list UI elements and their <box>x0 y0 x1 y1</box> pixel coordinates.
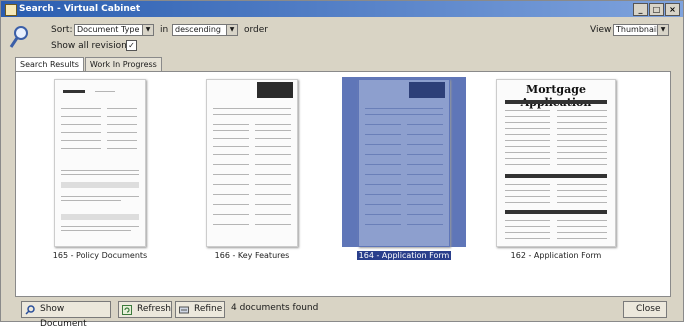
magnifier-icon <box>25 305 35 315</box>
show-document-label: Show Document <box>40 304 87 329</box>
document-caption: 162 - Application Form <box>510 251 602 260</box>
document-caption: 164 - Application Form <box>356 251 452 260</box>
maximize-button[interactable]: □ <box>649 3 664 16</box>
in-label: in <box>160 25 169 35</box>
view-label: View <box>590 25 612 35</box>
refresh-button[interactable]: Refresh <box>118 301 172 318</box>
thumbnail-frame <box>342 77 466 247</box>
chevron-down-icon[interactable]: ▼ <box>226 25 237 35</box>
sort-order-value: descending <box>175 25 222 34</box>
mortgage-heading: Mortgage Application <box>521 83 592 109</box>
sort-field-value: Document Type <box>77 25 140 34</box>
cabinet-icon <box>5 4 17 16</box>
refine-icon <box>179 306 189 314</box>
show-document-button[interactable]: Show Document <box>21 301 111 329</box>
document-page-preview <box>358 79 450 247</box>
window-controls: _ □ × <box>633 3 680 16</box>
results-tabs: Search Results Work In Progress <box>15 57 163 73</box>
thumbnail-frame: Mortgage Application <box>494 77 618 247</box>
close-button[interactable]: Close <box>623 301 667 318</box>
results-count-status: 4 documents found <box>231 303 319 313</box>
document-caption: 165 - Policy Documents <box>52 251 148 260</box>
minimize-button[interactable]: _ <box>633 3 648 16</box>
sort-order-select[interactable]: descending ▼ <box>172 24 238 36</box>
search-window: Search - Virtual Cabinet _ □ × Sort: Doc… <box>0 0 684 329</box>
title-bar[interactable]: Search - Virtual Cabinet _ □ × <box>1 1 683 17</box>
search-controls: Sort: Document Type ▼ in descending ▼ or… <box>1 19 683 55</box>
results-panel: 165 - Policy Documents 166 - Key Feature… <box>15 71 671 297</box>
bottom-toolbar: Show Document Refresh Refine 4 documents… <box>15 301 671 329</box>
refresh-icon <box>122 305 132 315</box>
show-revisions-checkbox[interactable]: ✓ <box>126 40 137 51</box>
sort-label: Sort: <box>51 25 73 35</box>
refine-button[interactable]: Refine <box>175 301 225 318</box>
tab-work-in-progress[interactable]: Work In Progress <box>84 57 162 72</box>
document-page-preview: Mortgage Application <box>496 79 616 247</box>
thumbnail-frame <box>38 77 162 247</box>
window-title: Search - Virtual Cabinet <box>19 4 141 14</box>
document-caption: 166 - Key Features <box>214 251 290 260</box>
view-value: Thumbnails <box>616 25 663 34</box>
chevron-down-icon[interactable]: ▼ <box>142 25 153 35</box>
refresh-label: Refresh <box>137 304 171 314</box>
view-select[interactable]: Thumbnails ▼ <box>613 24 669 36</box>
refine-label: Refine <box>194 304 223 314</box>
chevron-down-icon[interactable]: ▼ <box>657 25 668 35</box>
document-page-preview <box>206 79 298 247</box>
sort-field-select[interactable]: Document Type ▼ <box>74 24 154 36</box>
magnifier-icon <box>9 26 28 48</box>
document-page-preview <box>54 79 146 247</box>
order-label: order <box>244 25 268 35</box>
thumbnail-frame <box>190 77 314 247</box>
show-revisions-label: Show all revisions <box>51 41 132 51</box>
close-window-button[interactable]: × <box>665 3 680 16</box>
